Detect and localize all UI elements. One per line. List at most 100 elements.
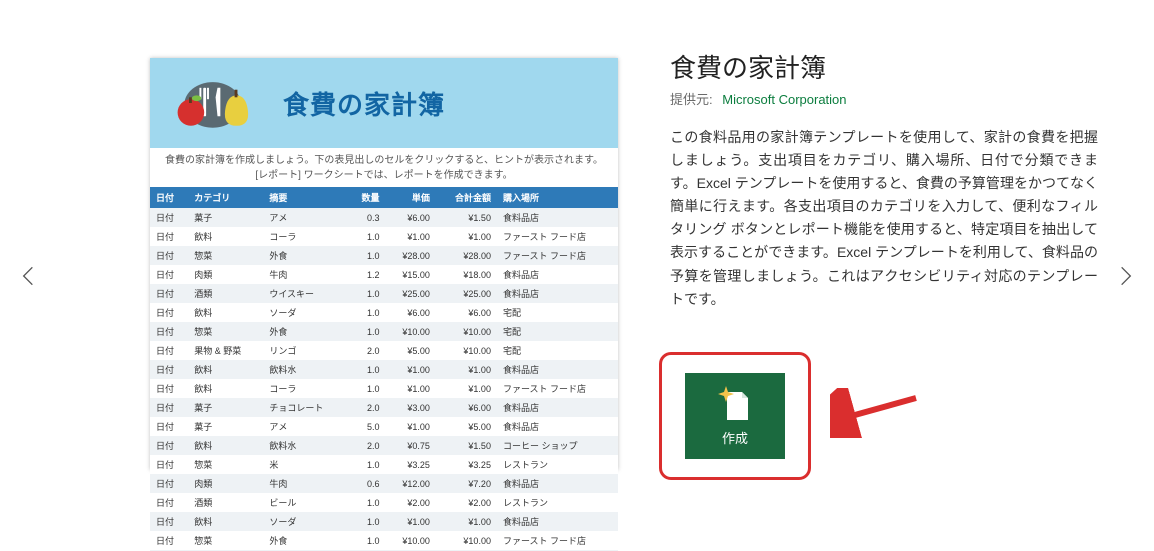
table-cell: 1.0: [347, 303, 385, 322]
table-row: 日付惣菜外食1.0¥10.00¥10.00宅配: [150, 322, 618, 341]
table-cell: ¥10.00: [436, 322, 497, 341]
table-cell: 飲料: [188, 379, 263, 398]
table-cell: 飲料: [188, 436, 263, 455]
table-cell: 飲料: [188, 227, 263, 246]
table-cell: ¥28.00: [436, 246, 497, 265]
table-cell: 菓子: [188, 417, 263, 436]
table-cell: 1.0: [347, 227, 385, 246]
table-cell: コーヒー ショップ: [497, 436, 618, 455]
table-cell: 米: [263, 455, 347, 474]
table-cell: 外食: [263, 531, 347, 550]
table-cell: ソーダ: [263, 512, 347, 531]
table-cell: 日付: [150, 436, 188, 455]
table-cell: 日付: [150, 341, 188, 360]
next-template-button[interactable]: [1112, 262, 1140, 290]
publisher-label: 提供元:: [670, 92, 713, 107]
table-cell: 飲料: [188, 360, 263, 379]
table-row: 日付惣菜外食1.0¥28.00¥28.00ファースト フード店: [150, 246, 618, 265]
table-cell: ¥3.25: [436, 455, 497, 474]
table-cell: 菓子: [188, 208, 263, 227]
table-cell: ¥1.00: [386, 417, 436, 436]
table-cell: 5.0: [347, 417, 385, 436]
table-row: 日付飲料ソーダ1.0¥6.00¥6.00宅配: [150, 303, 618, 322]
col-total: 合計金額: [436, 187, 497, 208]
table-row: 日付酒類ウイスキー1.0¥25.00¥25.00食料品店: [150, 284, 618, 303]
table-cell: 外食: [263, 246, 347, 265]
table-cell: チョコレート: [263, 398, 347, 417]
table-cell: ¥10.00: [386, 531, 436, 550]
table-cell: ファースト フード店: [497, 379, 618, 398]
annotation-arrow-icon: [830, 388, 920, 438]
table-row: 日付惣菜米1.0¥3.25¥3.25レストラン: [150, 455, 618, 474]
new-document-icon: [718, 386, 752, 422]
table-row: 日付肉類牛肉0.6¥12.00¥7.20食料品店: [150, 474, 618, 493]
table-cell: 0.6: [347, 474, 385, 493]
table-row: 日付果物 & 野菜リンゴ2.0¥5.00¥10.00宅配: [150, 341, 618, 360]
annotation-highlight: 作成: [659, 352, 811, 480]
table-cell: ¥1.00: [436, 379, 497, 398]
table-cell: 1.0: [347, 246, 385, 265]
food-clipart-icon: [170, 73, 265, 133]
table-cell: レストラン: [497, 493, 618, 512]
table-cell: 惣菜: [188, 455, 263, 474]
table-cell: 外食: [263, 322, 347, 341]
table-cell: 飲料: [188, 303, 263, 322]
table-cell: ¥1.00: [386, 512, 436, 531]
create-button[interactable]: 作成: [685, 373, 785, 459]
previous-template-button[interactable]: [14, 262, 42, 290]
create-label: 作成: [722, 428, 748, 447]
table-cell: 宅配: [497, 341, 618, 360]
table-cell: 食料品店: [497, 512, 618, 531]
table-row: 日付酒類ビール1.0¥2.00¥2.00レストラン: [150, 493, 618, 512]
table-cell: ファースト フード店: [497, 227, 618, 246]
table-cell: 1.0: [347, 493, 385, 512]
table-cell: ¥1.00: [386, 227, 436, 246]
instruction-text-1: 食費の家計簿を作成しましょう。下の表見出しのセルをクリックすると、ヒントが表示さ…: [154, 154, 614, 169]
table-cell: 宅配: [497, 303, 618, 322]
table-cell: 日付: [150, 208, 188, 227]
col-date: 日付: [150, 187, 188, 208]
table-row: 日付飲料コーラ1.0¥1.00¥1.00ファースト フード店: [150, 379, 618, 398]
table-cell: 日付: [150, 398, 188, 417]
preview-instructions: 食費の家計簿を作成しましょう。下の表見出しのセルをクリックすると、ヒントが表示さ…: [150, 148, 618, 187]
preview-header: 食費の家計簿: [150, 58, 618, 148]
table-cell: ¥2.00: [386, 493, 436, 512]
table-cell: 肉類: [188, 474, 263, 493]
publisher-name: Microsoft Corporation: [722, 92, 846, 107]
table-cell: 惣菜: [188, 531, 263, 550]
table-cell: ¥0.75: [386, 436, 436, 455]
table-cell: 食料品店: [497, 208, 618, 227]
table-cell: ¥1.00: [386, 360, 436, 379]
table-cell: 日付: [150, 322, 188, 341]
table-cell: 2.0: [347, 398, 385, 417]
table-cell: 日付: [150, 227, 188, 246]
table-cell: 日付: [150, 455, 188, 474]
table-cell: ファースト フード店: [497, 531, 618, 550]
col-qty: 数量: [347, 187, 385, 208]
table-cell: アメ: [263, 417, 347, 436]
table-cell: ¥1.50: [436, 436, 497, 455]
table-cell: 酒類: [188, 284, 263, 303]
table-cell: 0.3: [347, 208, 385, 227]
table-cell: ¥12.00: [386, 474, 436, 493]
table-row: 日付飲料コーラ1.0¥1.00¥1.00ファースト フード店: [150, 227, 618, 246]
table-cell: 牛肉: [263, 265, 347, 284]
table-cell: ¥1.00: [436, 512, 497, 531]
table-cell: 食料品店: [497, 360, 618, 379]
table-cell: 酒類: [188, 493, 263, 512]
table-cell: 1.0: [347, 360, 385, 379]
table-header-row: 日付 カテゴリ 摘要 数量 単価 合計金額 購入場所: [150, 187, 618, 208]
table-cell: 惣菜: [188, 246, 263, 265]
table-cell: ¥1.00: [436, 227, 497, 246]
table-cell: ¥25.00: [436, 284, 497, 303]
table-cell: 食料品店: [497, 398, 618, 417]
table-cell: 日付: [150, 265, 188, 284]
table-cell: ¥6.00: [436, 398, 497, 417]
table-cell: 日付: [150, 493, 188, 512]
table-cell: 菓子: [188, 398, 263, 417]
table-cell: 惣菜: [188, 322, 263, 341]
table-cell: ソーダ: [263, 303, 347, 322]
table-cell: 食料品店: [497, 284, 618, 303]
preview-data-table: 日付 カテゴリ 摘要 数量 単価 合計金額 購入場所 日付菓子アメ0.3¥6.0…: [150, 187, 618, 551]
table-cell: ¥25.00: [386, 284, 436, 303]
